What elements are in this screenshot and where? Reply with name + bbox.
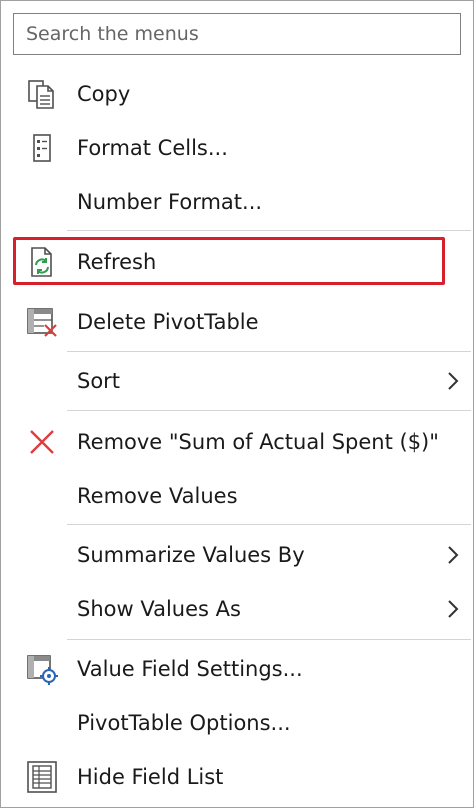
chevron-right-icon <box>448 600 459 618</box>
field-list-icon <box>27 761 57 793</box>
menu-item-label: Summarize Values By <box>77 543 305 567</box>
menu-item-show-values-as[interactable]: Show Values As <box>1 584 473 634</box>
menu-item-label: Remove "Sum of Actual Spent ($)" <box>77 430 439 454</box>
menu-item-label: Refresh <box>77 250 157 274</box>
menu-item-summarize-values-by[interactable]: Summarize Values By <box>1 530 473 580</box>
menu-item-hide-field-list[interactable]: Hide Field List <box>1 752 473 802</box>
menu-item-label: Format Cells... <box>77 136 228 160</box>
menu-item-format-cells[interactable]: Format Cells... <box>1 123 473 173</box>
value-field-settings-icon <box>27 655 58 685</box>
copy-icon <box>28 80 54 109</box>
menu-item-number-format[interactable]: Number Format... <box>1 177 473 227</box>
remove-x-icon <box>30 430 54 454</box>
menu-item-label: Value Field Settings... <box>77 657 303 681</box>
menu-item-copy[interactable]: Copy <box>1 69 473 119</box>
search-input[interactable] <box>14 14 460 54</box>
menu-item-label: Delete PivotTable <box>77 310 259 334</box>
chevron-right-icon <box>448 372 459 390</box>
search-menus-field[interactable] <box>13 13 461 55</box>
menu-item-label: PivotTable Options... <box>77 711 291 735</box>
menu-separator <box>67 410 471 411</box>
menu-item-label: Copy <box>77 82 131 106</box>
delete-pivottable-icon <box>27 308 57 337</box>
menu-item-label: Remove Values <box>77 484 238 508</box>
menu-separator <box>67 230 471 231</box>
format-cells-icon <box>33 134 51 162</box>
menu-item-value-field-settings[interactable]: Value Field Settings... <box>1 644 473 694</box>
menu-item-refresh[interactable]: Refresh <box>1 237 473 287</box>
context-menu: Copy Format Cells... Number Format... Re… <box>0 0 474 808</box>
menu-item-label: Hide Field List <box>77 765 224 789</box>
menu-item-pivottable-options[interactable]: PivotTable Options... <box>1 698 473 748</box>
menu-item-remove-values[interactable]: Remove Values <box>1 471 473 521</box>
menu-separator <box>67 639 471 640</box>
menu-separator <box>67 524 471 525</box>
menu-separator <box>67 351 471 352</box>
menu-item-label: Show Values As <box>77 597 241 621</box>
menu-item-delete-pivottable[interactable]: Delete PivotTable <box>1 297 473 347</box>
menu-item-remove-field[interactable]: Remove "Sum of Actual Spent ($)" <box>1 417 473 467</box>
menu-item-label: Number Format... <box>77 190 263 214</box>
menu-item-label: Sort <box>77 369 121 393</box>
refresh-icon <box>31 247 52 277</box>
chevron-right-icon <box>448 546 459 564</box>
menu-item-sort[interactable]: Sort <box>1 356 473 406</box>
